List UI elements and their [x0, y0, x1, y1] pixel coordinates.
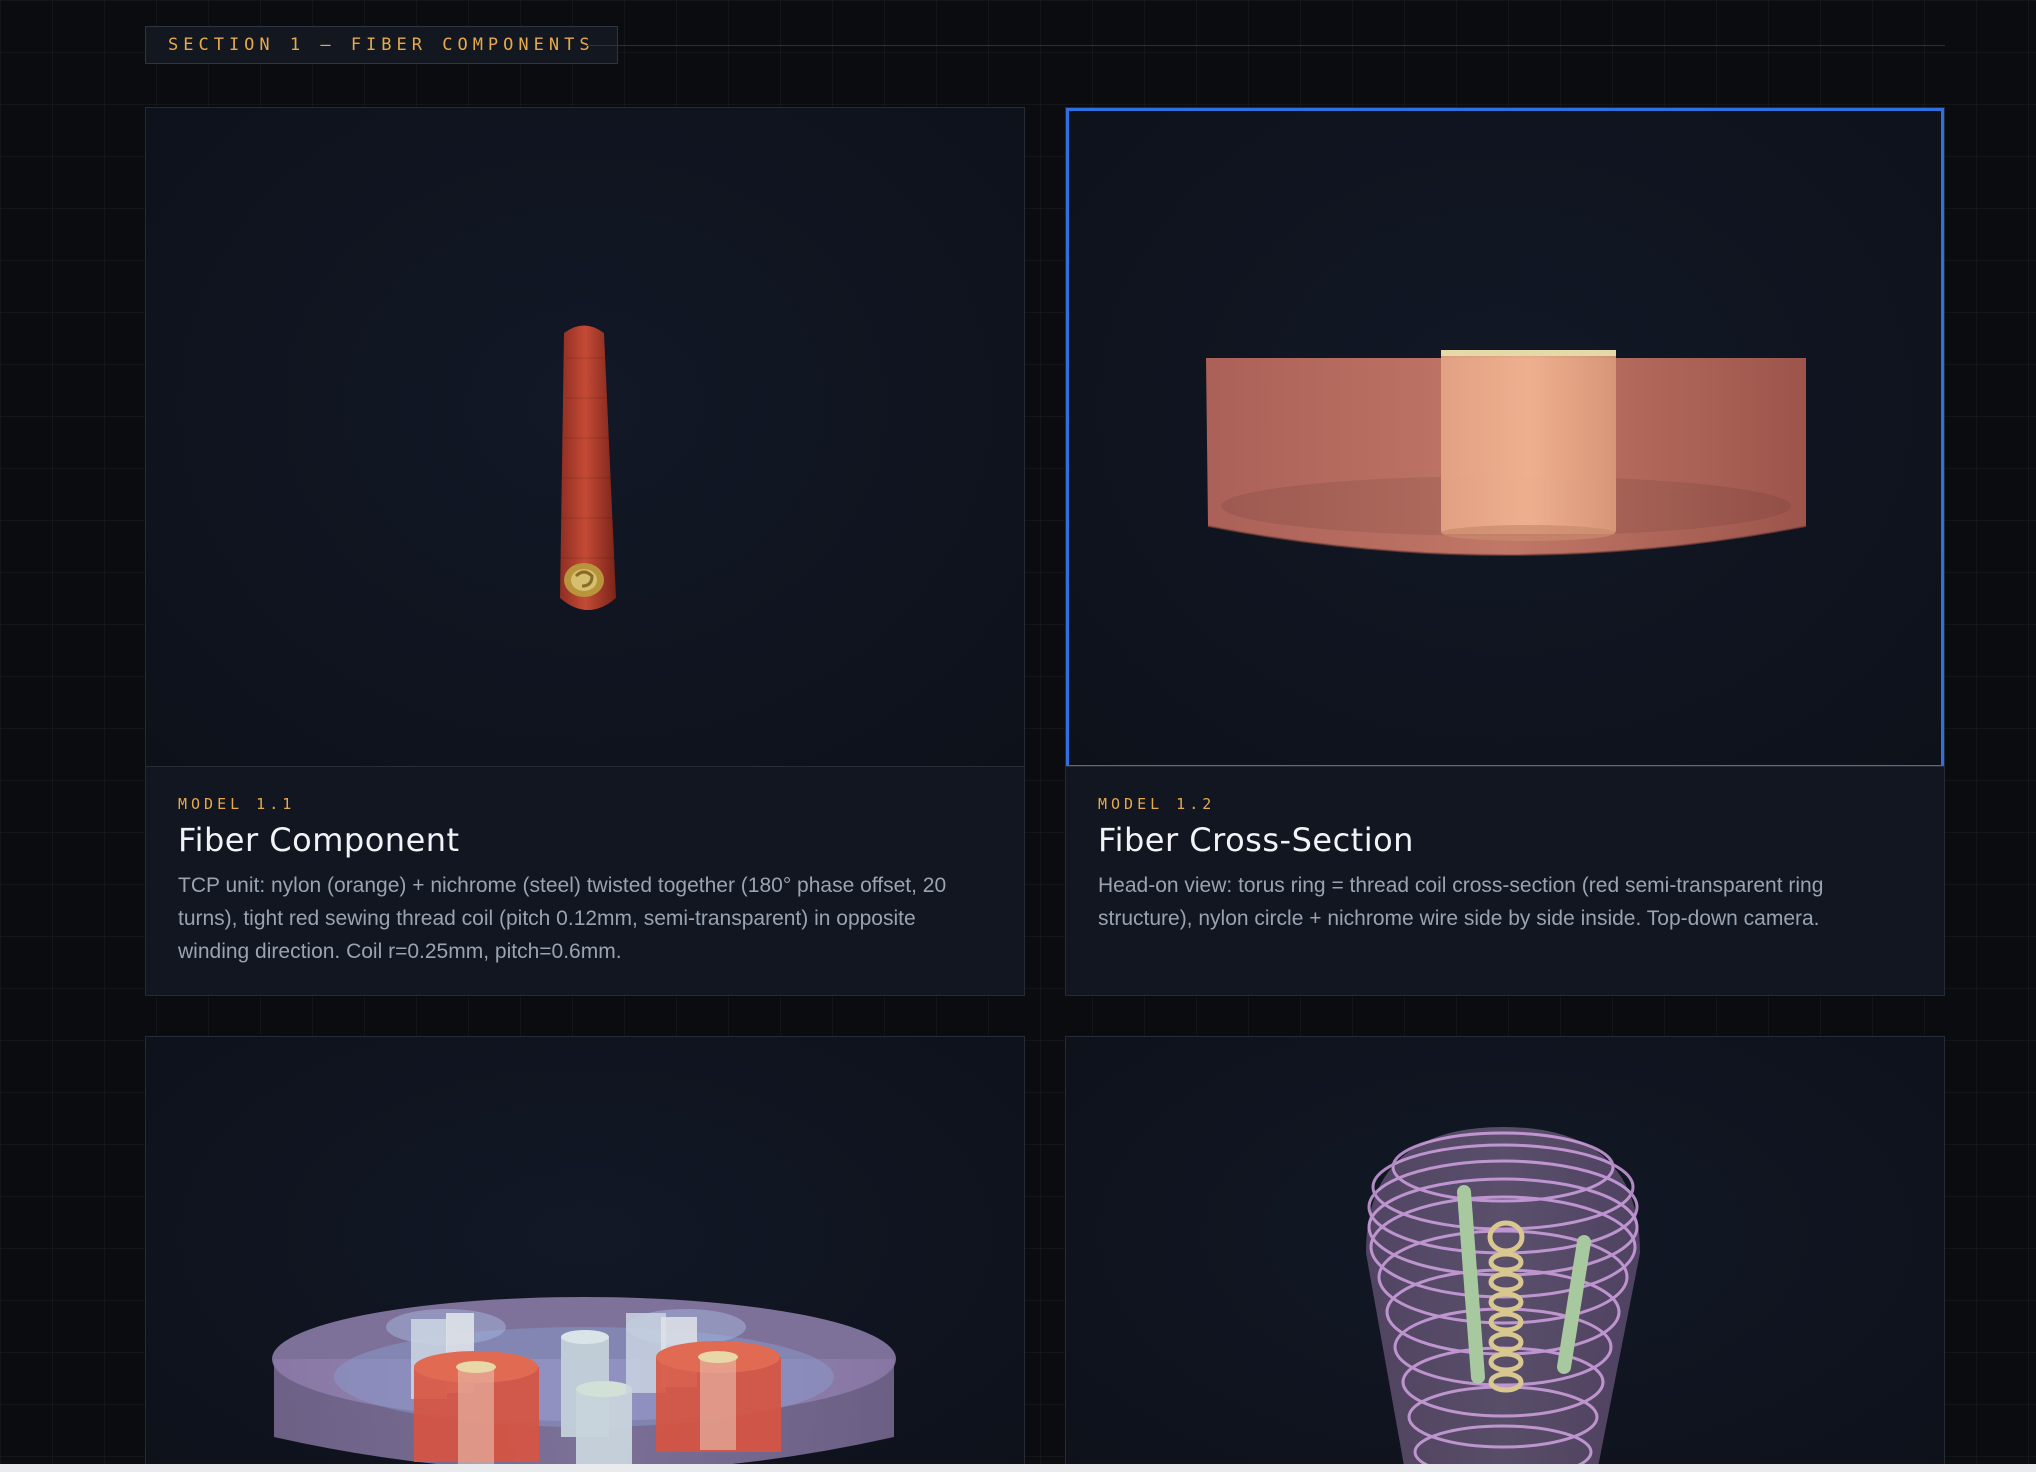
section-header: SECTION 1 — FIBER COMPONENTS [145, 26, 1945, 68]
model-title: Fiber Cross-Section [1098, 821, 1414, 859]
fiber-component-render [560, 325, 616, 610]
model-description: Head-on view: torus ring = thread coil c… [1098, 874, 1824, 930]
model-viewport-1-3[interactable] [146, 1037, 1024, 1472]
model-info-1-1: MODEL 1.1 Fiber Component TCP unit: nylo… [146, 766, 1024, 995]
model-title: Fiber Component [178, 821, 460, 859]
fiber-bundle-render [272, 1297, 896, 1472]
section-divider [587, 45, 1945, 46]
model-card-1-2[interactable]: MODEL 1.2 Fiber Cross-Section Head-on vi… [1065, 107, 1945, 996]
model-viewport-1-2[interactable] [1066, 108, 1944, 768]
section-label: SECTION 1 — FIBER COMPONENTS [145, 26, 618, 64]
model-viewport-1-1[interactable] [146, 108, 1024, 768]
model-info-1-2: MODEL 1.2 Fiber Cross-Section Head-on vi… [1066, 766, 1944, 995]
fiber-cross-section-render [1206, 350, 1807, 556]
window-bottom-edge [0, 1464, 2036, 1472]
coiled-fiber-render [1366, 1127, 1640, 1472]
model-card-1-1[interactable]: MODEL 1.1 Fiber Component TCP unit: nylo… [145, 107, 1025, 996]
model-card-1-3[interactable] [145, 1036, 1025, 1472]
model-description: TCP unit: nylon (orange) + nichrome (ste… [178, 874, 947, 963]
model-number: MODEL 1.1 [178, 795, 296, 813]
model-card-1-4[interactable] [1065, 1036, 1945, 1472]
model-viewport-1-4[interactable] [1066, 1037, 1944, 1472]
model-number: MODEL 1.2 [1098, 795, 1216, 813]
